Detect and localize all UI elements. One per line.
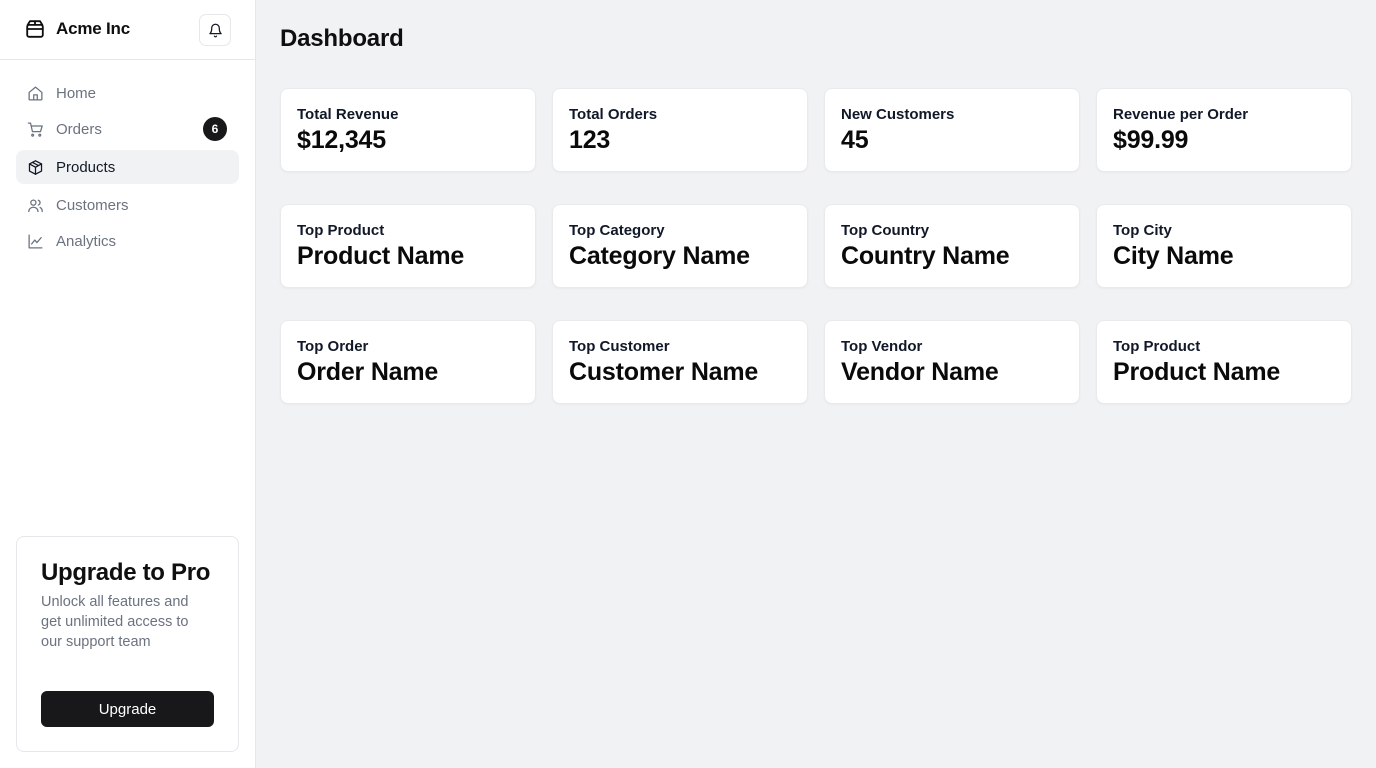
stat-label: Top Order xyxy=(297,338,369,355)
sidebar-item-label: Products xyxy=(56,158,116,176)
brand-link[interactable]: Acme Inc xyxy=(24,18,130,40)
stats-grid: Total Revenue $12,345 Total Orders 123 N… xyxy=(280,88,1352,404)
stat-card: Top Vendor Vendor Name xyxy=(824,320,1080,404)
stat-value: Product Name xyxy=(1113,358,1281,386)
stat-value: Country Name xyxy=(841,242,1010,270)
sidebar-item-label: Orders xyxy=(56,120,102,138)
stat-card: Top Product Product Name xyxy=(1096,320,1352,404)
stat-card: Top Country Country Name xyxy=(824,204,1080,288)
sidebar: Acme Inc Home Orders 6 Products Customer… xyxy=(0,0,256,768)
users-icon xyxy=(27,197,56,214)
stat-value: $99.99 xyxy=(1113,126,1189,154)
stat-card: Top Product Product Name xyxy=(280,204,536,288)
stat-card: Top Order Order Name xyxy=(280,320,536,404)
upgrade-button[interactable]: Upgrade xyxy=(41,691,214,727)
package-icon xyxy=(24,18,46,40)
stat-label: New Customers xyxy=(841,106,955,123)
notifications-button[interactable] xyxy=(199,14,231,46)
stat-value: 123 xyxy=(569,126,611,154)
sidebar-item-label: Home xyxy=(56,84,97,102)
main-content: Dashboard Total Revenue $12,345 Total Or… xyxy=(256,0,1376,768)
orders-count-badge: 6 xyxy=(203,117,227,141)
stat-card: Revenue per Order $99.99 xyxy=(1096,88,1352,172)
sidebar-item-home[interactable]: Home xyxy=(16,76,239,110)
stat-value: Vendor Name xyxy=(841,358,999,386)
page-title: Dashboard xyxy=(280,25,404,52)
stat-label: Top Product xyxy=(1113,338,1201,355)
stat-label: Top Category xyxy=(569,222,665,239)
stat-value: 45 xyxy=(841,126,869,154)
sidebar-item-products[interactable]: Products xyxy=(16,150,239,184)
stat-value: City Name xyxy=(1113,242,1234,270)
bell-icon xyxy=(208,23,223,38)
sidebar-item-analytics[interactable]: Analytics xyxy=(16,224,239,258)
box-icon xyxy=(27,159,56,176)
stat-label: Top Customer xyxy=(569,338,670,355)
sidebar-item-customers[interactable]: Customers xyxy=(16,188,239,222)
stat-label: Top Vendor xyxy=(841,338,923,355)
stat-value: Order Name xyxy=(297,358,439,386)
stat-label: Total Revenue xyxy=(297,106,399,123)
stat-card: Top Customer Customer Name xyxy=(552,320,808,404)
stat-label: Revenue per Order xyxy=(1113,106,1249,123)
line-chart-icon xyxy=(27,233,56,250)
stat-value: Category Name xyxy=(569,242,750,270)
stat-card: Total Revenue $12,345 xyxy=(280,88,536,172)
stat-value: Product Name xyxy=(297,242,465,270)
stat-card: Top Category Category Name xyxy=(552,204,808,288)
sidebar-item-label: Customers xyxy=(56,196,129,214)
sidebar-item-label: Analytics xyxy=(56,232,117,250)
stat-card: New Customers 45 xyxy=(824,88,1080,172)
stat-card: Top City City Name xyxy=(1096,204,1352,288)
sidebar-nav: Home Orders 6 Products Customers Analyti… xyxy=(16,76,239,260)
stat-label: Top Country xyxy=(841,222,930,239)
sidebar-header: Acme Inc xyxy=(0,0,255,60)
stat-label: Total Orders xyxy=(569,106,658,123)
upgrade-title: Upgrade to Pro xyxy=(41,559,211,586)
home-icon xyxy=(27,85,56,102)
brand-name: Acme Inc xyxy=(56,19,130,38)
stat-label: Top City xyxy=(1113,222,1172,239)
stat-card: Total Orders 123 xyxy=(552,88,808,172)
upgrade-card: Upgrade to Pro Unlock all features and g… xyxy=(16,536,239,752)
cart-icon xyxy=(27,121,56,138)
stat-label: Top Product xyxy=(297,222,385,239)
upgrade-description: Unlock all features and get unlimited ac… xyxy=(41,594,189,650)
sidebar-item-orders[interactable]: Orders 6 xyxy=(16,112,239,146)
stat-value: $12,345 xyxy=(297,126,386,154)
stat-value: Customer Name xyxy=(569,358,759,386)
